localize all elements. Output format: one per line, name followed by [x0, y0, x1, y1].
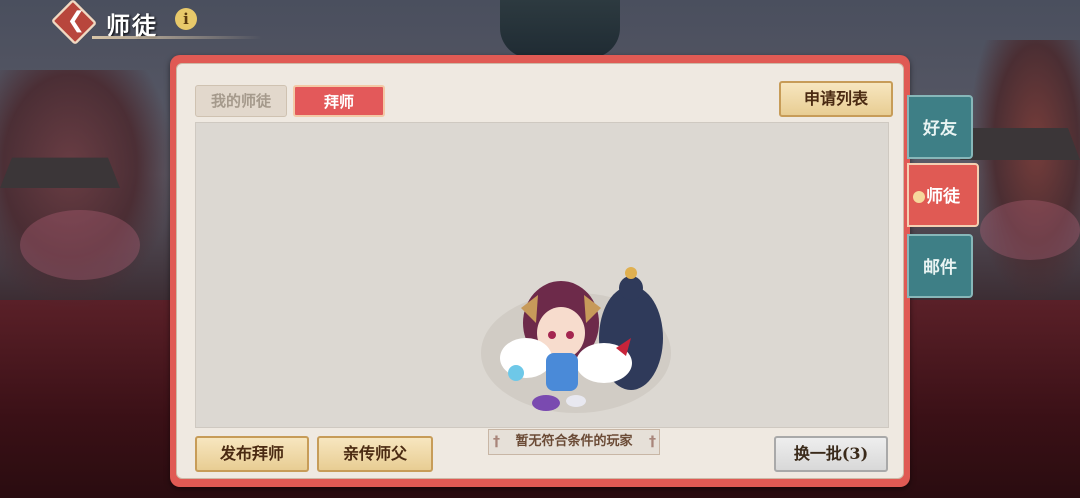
- side-tab-friends[interactable]: 好友: [907, 95, 973, 159]
- side-tab-mentorship-label: 师徒: [926, 187, 960, 207]
- background-character: [500, 0, 620, 58]
- header: ❮ 师徒 i: [50, 0, 262, 46]
- tab-become-apprentice[interactable]: 拜师: [293, 85, 385, 117]
- active-indicator-icon: [913, 191, 925, 203]
- refresh-batch-button[interactable]: 换一批(3): [774, 436, 888, 472]
- side-tab-mail[interactable]: 邮件: [907, 234, 973, 298]
- tab-my-mentorship[interactable]: 我的师徒: [195, 85, 287, 117]
- title-underline: [92, 36, 262, 39]
- apply-list-button[interactable]: 申请列表: [779, 81, 893, 117]
- empty-state-mascot-illustration: [481, 267, 671, 413]
- panel-content: 我的师徒 拜师 申请列表 † 暂无符合条件的玩家 † 发布拜师 亲传师父 换一批…: [176, 63, 904, 479]
- background-blossom: [20, 210, 140, 280]
- player-list-area: † 暂无符合条件的玩家 †: [195, 122, 889, 455]
- back-arrow-icon[interactable]: ❮: [64, 8, 88, 34]
- empty-state-text: 暂无符合条件的玩家: [515, 434, 633, 449]
- info-icon[interactable]: i: [175, 8, 197, 30]
- empty-state-message: † 暂无符合条件的玩家 †: [488, 429, 660, 455]
- side-tab-mentorship[interactable]: 师徒: [907, 163, 979, 227]
- personal-master-button[interactable]: 亲传师父: [317, 436, 433, 472]
- background-tree-right: [970, 40, 1080, 300]
- scroll-deco-right-icon: †: [649, 434, 656, 450]
- scroll-deco-left-icon: †: [493, 434, 500, 450]
- master-apprentice-panel: 我的师徒 拜师 申请列表 † 暂无符合条件的玩家 † 发布拜师 亲传师父 换一批…: [170, 55, 910, 487]
- publish-apprentice-request-button[interactable]: 发布拜师: [195, 436, 309, 472]
- background-blossom: [980, 200, 1080, 260]
